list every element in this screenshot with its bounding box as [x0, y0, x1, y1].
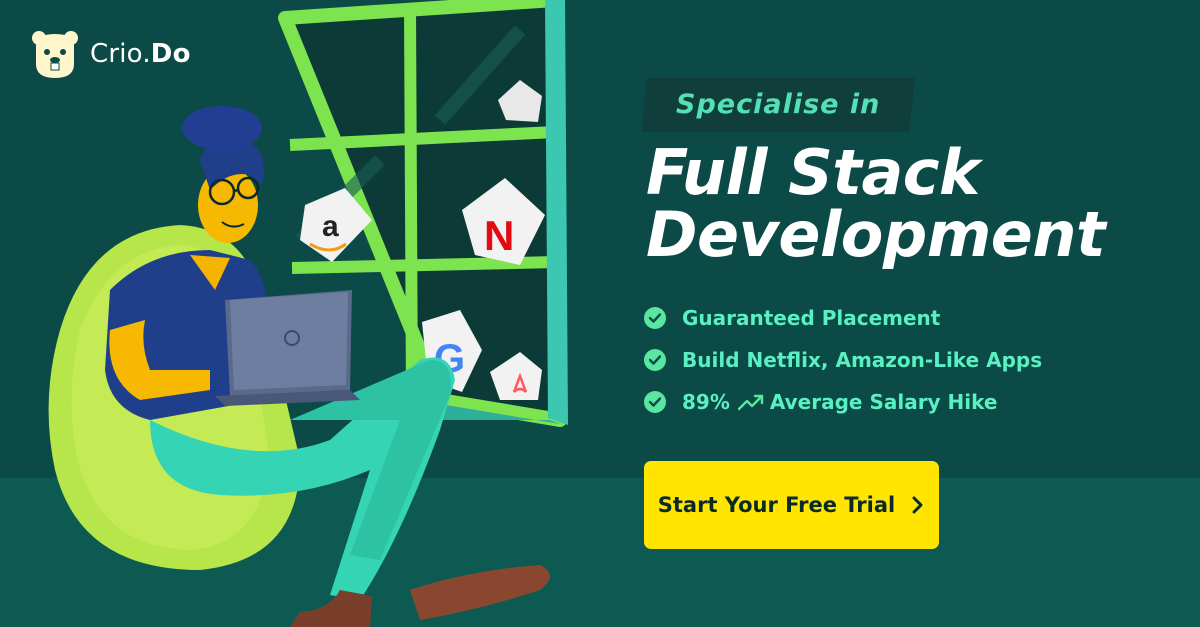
- svg-text:N: N: [484, 212, 514, 259]
- headline-line-1: Full Stack: [646, 136, 980, 209]
- svg-text:a: a: [322, 210, 339, 243]
- beaver-face-icon: [32, 31, 78, 78]
- brand-logo[interactable]: Crio.Do: [30, 28, 191, 80]
- developer-illustration: a N G: [48, 0, 568, 627]
- feature-item: Guaranteed Placement: [644, 304, 1042, 332]
- feature-list: Guaranteed Placement Build Netflix, Amaz…: [644, 304, 1042, 430]
- cta-label: Start Your Free Trial: [657, 493, 896, 517]
- headline: Full Stack Development: [646, 136, 1106, 271]
- tagline: Specialise in: [676, 89, 881, 120]
- feature-text: Build Netflix, Amazon-Like Apps: [682, 348, 1043, 372]
- feature-item: 89% Average Salary Hike: [644, 388, 1042, 416]
- check-circle-icon: [644, 307, 666, 329]
- check-circle-icon: [644, 349, 666, 371]
- ad-banner: a N G Crio.Do Specialise in Full Stack D…: [0, 0, 1200, 627]
- start-free-trial-button[interactable]: Start Your Free Trial: [644, 461, 939, 549]
- headline-line-2: Development: [646, 198, 1106, 271]
- feature-prefix: 89%: [682, 390, 730, 414]
- brand-name: Crio.Do: [90, 39, 191, 69]
- chevron-right-icon: [912, 496, 923, 514]
- feature-text: Guaranteed Placement: [682, 306, 941, 330]
- check-circle-icon: [644, 391, 666, 413]
- feature-text: Average Salary Hike: [769, 390, 998, 414]
- trending-up-icon: [737, 394, 764, 411]
- feature-item: Build Netflix, Amazon-Like Apps: [644, 346, 1042, 374]
